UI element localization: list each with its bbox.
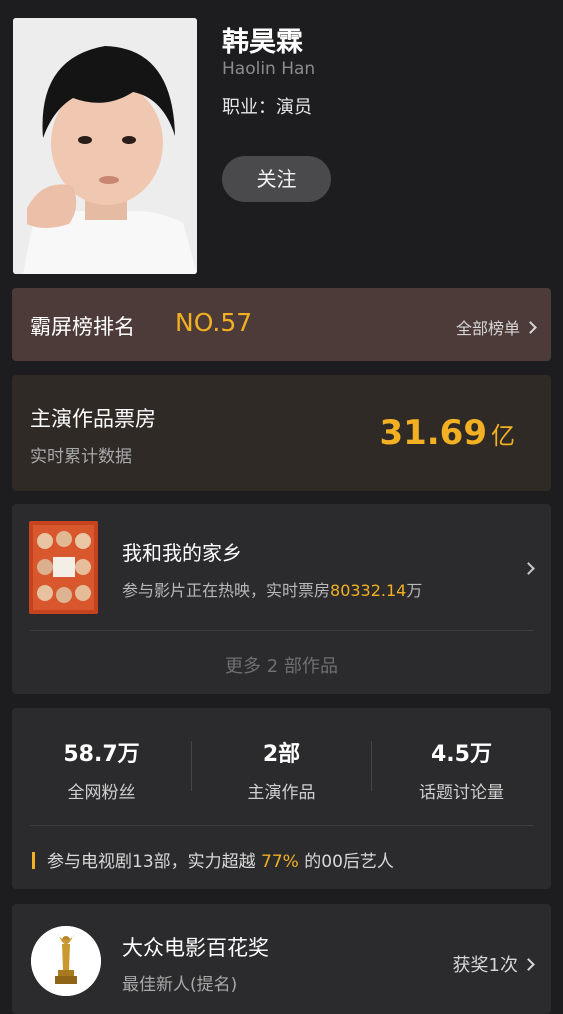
award-subtitle: 最佳新人(提名) [122, 975, 238, 995]
stats-card: 58.7万 全网粉丝 2部 主演作品 4.5万 话题讨论量 参与电视剧13部，实… [12, 708, 551, 889]
chevron-right-icon [524, 321, 537, 334]
ranking-value: NO.57 [175, 308, 253, 337]
stat-label: 话题讨论量 [419, 783, 504, 803]
note-prefix: 参与电视剧13部，实力超越 [47, 852, 262, 872]
movie-box-office: 80332.14 [330, 581, 407, 600]
all-rankings-link[interactable]: 全部榜单 [455, 315, 537, 339]
note-percent: 77% [261, 852, 299, 872]
ranking-banner[interactable]: 霸屏榜排名 NO.57 全部榜单 [12, 288, 551, 361]
artist-occupation: 职业：演员 [222, 97, 312, 118]
stat-lead-works: 2部 主演作品 [192, 736, 371, 803]
stat-discussion: 4.5万 话题讨论量 [372, 736, 551, 803]
award-card[interactable]: 大众电影百花奖 最佳新人(提名) 获奖1次 [12, 904, 551, 1014]
note-suffix: 的00后艺人 [298, 852, 394, 872]
award-count[interactable]: 获奖1次 [452, 951, 535, 977]
box-office-card: 主演作品票房 实时累计数据 31.69 亿 [12, 375, 551, 491]
trophy-icon [31, 926, 101, 996]
award-count-label: 获奖1次 [452, 955, 518, 976]
stat-value: 58.7万 [63, 742, 140, 767]
artist-photo[interactable] [13, 18, 197, 274]
award-logo [31, 926, 101, 996]
box-office-title: 主演作品票房 [30, 407, 156, 431]
movie-description: 参与影片正在热映，实时票房80332.14万 [122, 577, 422, 601]
stat-fans: 58.7万 全网粉丝 [12, 736, 191, 803]
chevron-right-icon [522, 958, 535, 971]
award-title: 大众电影百花奖 [122, 936, 269, 960]
stat-value: 2部 [262, 742, 301, 767]
more-works-link[interactable]: 更多 2 部作品 [12, 652, 551, 678]
chevron-right-icon[interactable] [522, 562, 535, 575]
divider [30, 825, 533, 826]
ranking-label: 霸屏榜排名 [30, 315, 135, 339]
movie-title[interactable]: 我和我的家乡 [122, 537, 242, 566]
artist-profile-header: 韩昊霖 Haolin Han 职业：演员 关注 [0, 0, 563, 290]
box-office-unit: 亿 [491, 422, 515, 450]
box-office-amount: 31.69 亿 [379, 413, 515, 453]
poster-image [29, 521, 98, 614]
artist-name: 韩昊霖 [222, 27, 303, 58]
follow-button[interactable]: 关注 [222, 156, 331, 202]
ranking-note: 参与电视剧13部，实力超越 77% 的00后艺人 [32, 847, 394, 872]
divider [30, 630, 533, 631]
artist-english-name: Haolin Han [222, 59, 316, 79]
movie-poster[interactable] [29, 521, 98, 614]
stat-label: 主演作品 [247, 783, 316, 803]
box-office-value: 31.69 [379, 413, 487, 453]
stat-value: 4.5万 [431, 742, 492, 767]
stat-label: 全网粉丝 [67, 783, 136, 803]
movie-box-office-unit: 万 [406, 581, 423, 600]
box-office-subtitle: 实时累计数据 [30, 447, 132, 467]
accent-bar [32, 852, 35, 869]
works-card: 我和我的家乡 参与影片正在热映，实时票房80332.14万 更多 2 部作品 [12, 504, 551, 694]
portrait-image [13, 18, 197, 274]
all-rankings-label: 全部榜单 [455, 319, 520, 338]
movie-desc-prefix: 参与影片正在热映，实时票房 [122, 581, 331, 600]
